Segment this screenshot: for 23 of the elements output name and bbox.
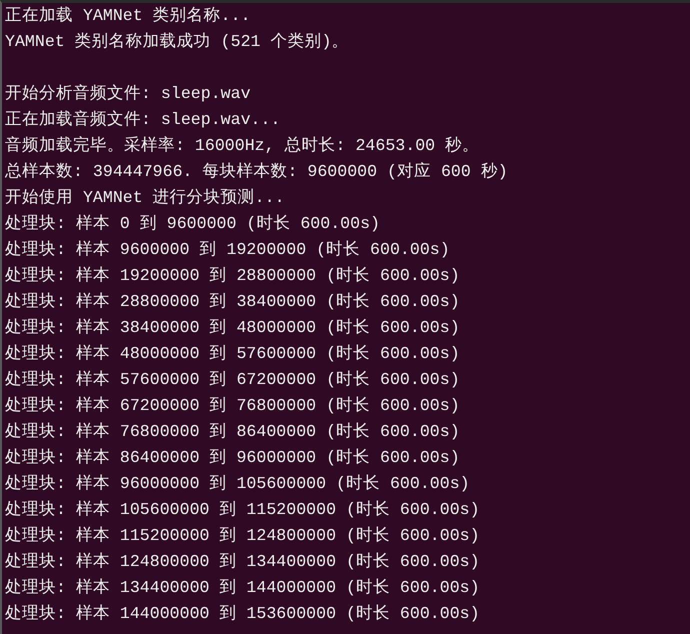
terminal-line: 音频加载完毕。采样率: 16000Hz, 总时长: 24653.00 秒。 — [5, 136, 480, 155]
terminal-line: 开始使用 YAMNet 进行分块预测... — [5, 188, 285, 207]
terminal-line: 总样本数: 394447966. 每块样本数: 9600000 (对应 600 秒) — [5, 162, 508, 181]
terminal-line: 处理块: 样本 67200000 到 76800000 (时长 600.00s) — [5, 396, 460, 415]
terminal-line: 开始分析音频文件: sleep.wav — [5, 84, 251, 103]
terminal-line: 处理块: 样本 144000000 到 153600000 (时长 600.00s) — [5, 604, 480, 623]
terminal-line: 处理块: 样本 76800000 到 86400000 (时长 600.00s) — [5, 422, 460, 441]
terminal-line: 处理块: 样本 96000000 到 105600000 (时长 600.00s) — [5, 474, 470, 493]
terminal-line: 处理块: 样本 19200000 到 28800000 (时长 600.00s) — [5, 266, 460, 285]
terminal-line: 处理块: 样本 0 到 9600000 (时长 600.00s) — [5, 214, 380, 233]
terminal-line: 处理块: 样本 134400000 到 144000000 (时长 600.00s) — [5, 578, 480, 597]
terminal-line: 处理块: 样本 124800000 到 134400000 (时长 600.00s) — [5, 552, 480, 571]
terminal-line: 处理块: 样本 48000000 到 57600000 (时长 600.00s) — [5, 344, 460, 363]
terminal-line: 处理块: 样本 105600000 到 115200000 (时长 600.00s) — [5, 500, 480, 519]
terminal-line: 处理块: 样本 86400000 到 96000000 (时长 600.00s) — [5, 448, 460, 467]
terminal-line: 处理块: 样本 9600000 到 19200000 (时长 600.00s) — [5, 240, 450, 259]
terminal-line: YAMNet 类别名称加载成功 (521 个类别)。 — [5, 32, 348, 51]
terminal-line: 正在加载音频文件: sleep.wav... — [5, 110, 280, 129]
terminal-line: 处理块: 样本 115200000 到 124800000 (时长 600.00s) — [5, 526, 480, 545]
terminal-line: 处理块: 样本 57600000 到 67200000 (时长 600.00s) — [5, 370, 460, 389]
terminal-line: 正在加载 YAMNet 类别名称... — [5, 6, 251, 25]
terminal-line: 处理块: 样本 38400000 到 48000000 (时长 600.00s) — [5, 318, 460, 337]
terminal-line: 处理块: 样本 28800000 到 38400000 (时长 600.00s) — [5, 292, 460, 311]
